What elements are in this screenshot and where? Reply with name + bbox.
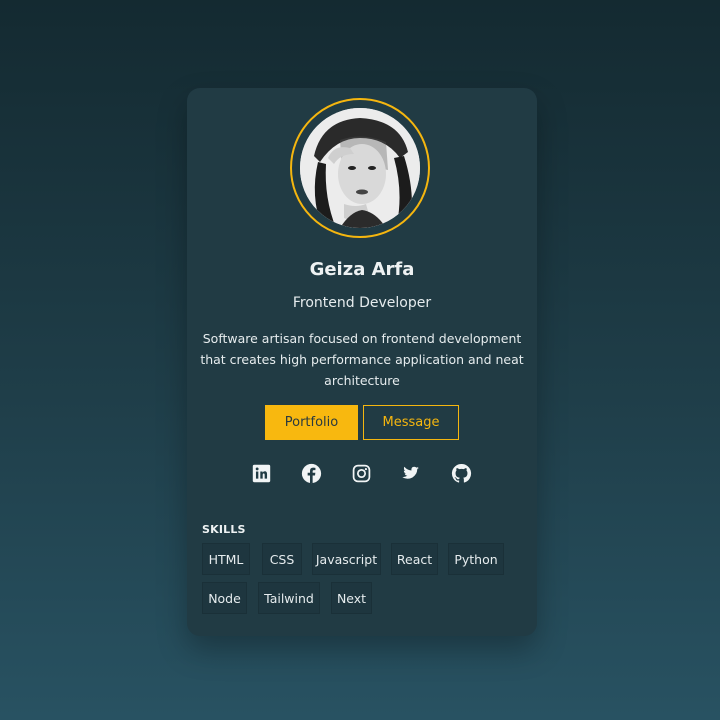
avatar-ring — [290, 98, 430, 238]
github-link[interactable] — [450, 462, 472, 484]
facebook-link[interactable] — [300, 462, 322, 484]
skill-chip: CSS — [262, 543, 302, 575]
instagram-link[interactable] — [350, 462, 372, 484]
skill-chip: Next — [331, 582, 372, 614]
twitter-link[interactable] — [399, 462, 421, 484]
profile-bio: Software artisan focused on frontend dev… — [200, 331, 524, 388]
instagram-icon — [352, 464, 370, 482]
avatar-image — [300, 108, 420, 228]
skill-chip: Tailwind — [258, 582, 320, 614]
github-icon — [451, 463, 471, 483]
linkedin-icon — [252, 464, 270, 482]
twitter-icon — [401, 466, 419, 479]
linkedin-link[interactable] — [250, 462, 272, 484]
skill-chip: Node — [202, 582, 247, 614]
skills-title: SKILLS — [202, 523, 246, 536]
message-button[interactable]: Message — [363, 405, 459, 440]
skill-chip: Javascript — [312, 543, 381, 575]
portfolio-button[interactable]: Portfolio — [265, 405, 358, 440]
skill-chip: HTML — [202, 543, 250, 575]
profile-card: Geiza Arfa Frontend Developer Software a… — [187, 88, 537, 636]
avatar — [300, 108, 420, 228]
profile-name: Geiza Arfa — [309, 259, 415, 280]
skill-chip: React — [391, 543, 438, 575]
facebook-icon — [301, 463, 321, 483]
skill-chip: Python — [448, 543, 504, 575]
social-links — [250, 462, 475, 484]
profile-role: Frontend Developer — [292, 295, 432, 311]
